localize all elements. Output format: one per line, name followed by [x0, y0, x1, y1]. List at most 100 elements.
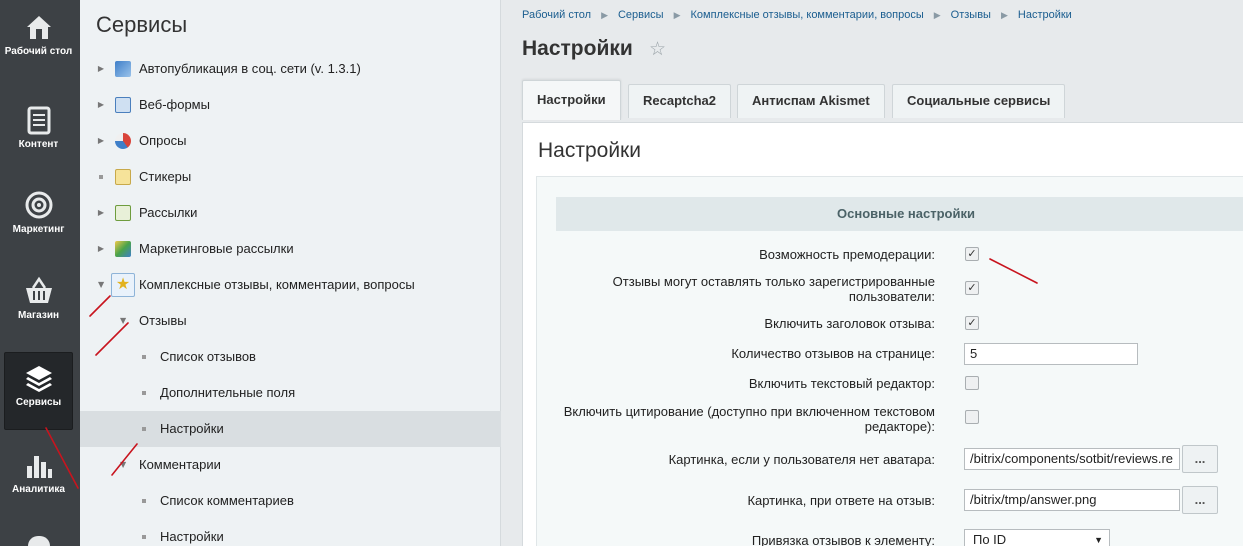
- tree-node-comments[interactable]: ▶ Комментарии: [80, 447, 501, 483]
- avatar-browse-button[interactable]: ...: [1182, 445, 1218, 473]
- expand-arrow-icon[interactable]: ▶: [96, 123, 106, 159]
- registered-only-label-line1: Отзывы могут оставлять только зарегистри…: [612, 274, 935, 289]
- avatar-path-input[interactable]: /bitrix/components/sotbit/reviews.re: [964, 448, 1180, 470]
- star-module-icon: ★: [111, 273, 135, 297]
- tree-node-marketing-mailings[interactable]: ▶ Маркетинговые рассылки: [80, 231, 501, 267]
- premoderation-label: Возможность премодерации:: [759, 247, 935, 262]
- marketing-mail-icon: [115, 241, 131, 257]
- menu-item-services[interactable]: Сервисы: [4, 352, 73, 430]
- settings-form: Основные настройки Возможность премодера…: [536, 176, 1243, 546]
- tree-node-label: Рассылки: [139, 205, 198, 220]
- menu-item-desktop-label: Рабочий стол: [4, 46, 73, 57]
- sticker-icon: [115, 169, 131, 185]
- quote-checkbox[interactable]: [965, 410, 979, 424]
- expand-arrow-icon[interactable]: ▶: [96, 231, 106, 267]
- section-heading: Основные настройки: [556, 197, 1243, 231]
- tree-node-label: Дополнительные поля: [160, 385, 296, 400]
- bullet-icon: [142, 535, 146, 539]
- text-editor-label: Включить текстовый редактор:: [748, 376, 935, 391]
- network-icon: [115, 61, 131, 77]
- tree-node-label: Опросы: [139, 133, 187, 148]
- menu-item-shop[interactable]: Магазин: [4, 266, 73, 344]
- menu-item-analytics[interactable]: Аналитика: [4, 440, 73, 518]
- menu-item-marketing-label: Маркетинг: [12, 224, 65, 235]
- tree-node-webforms[interactable]: ▶ Веб-формы: [80, 87, 501, 123]
- tab-akismet[interactable]: Антиспам Akismet: [737, 84, 885, 118]
- quote-label: Включить цитирование (доступно при включ…: [564, 404, 935, 434]
- breadcrumb-link[interactable]: Сервисы: [618, 9, 664, 21]
- title-enable-checkbox[interactable]: ✓: [965, 316, 979, 330]
- tree-node-comments-list[interactable]: Список комментариев: [80, 483, 501, 519]
- layers-icon: [25, 366, 52, 392]
- breadcrumb-link[interactable]: Рабочий стол: [522, 9, 591, 21]
- bullet-icon: [142, 391, 146, 395]
- tree-node-stickers[interactable]: Стикеры: [80, 159, 501, 195]
- registered-only-label-line2: пользователи:: [848, 289, 935, 304]
- tree-node-label: Автопубликация в соц. сети (v. 1.3.1): [139, 61, 361, 76]
- basket-icon: [25, 276, 52, 303]
- expand-arrow-icon[interactable]: ▶: [96, 195, 106, 231]
- tree-node-comments-settings[interactable]: Настройки: [80, 519, 501, 546]
- menu-item-desktop[interactable]: Рабочий стол: [4, 2, 73, 80]
- quote-label-line2: редакторе):: [864, 419, 935, 434]
- chevron-right-icon: ▶: [601, 10, 608, 20]
- main-menu: Рабочий стол Контент Маркетинг Магазин С…: [0, 0, 80, 546]
- title-enable-label: Включить заголовок отзыва:: [764, 316, 935, 331]
- expand-arrow-icon[interactable]: ▶: [96, 51, 106, 87]
- tab-social-services[interactable]: Социальные сервисы: [892, 84, 1066, 118]
- main-content: Рабочий стол ▶ Сервисы ▶ Комплексные отзывы,…: [502, 0, 1243, 546]
- registered-only-checkbox[interactable]: ✓: [965, 281, 979, 295]
- menu-item-marketing[interactable]: Маркетинг: [4, 180, 73, 258]
- tree-node-reviews-module[interactable]: ▶ ★ Комплексные отзывы, комментарии, воп…: [80, 267, 501, 303]
- expand-arrow-icon[interactable]: ▶: [96, 87, 106, 123]
- menu-item-analytics-label: Аналитика: [12, 484, 65, 495]
- tree-node-extra-fields[interactable]: Дополнительные поля: [80, 375, 501, 411]
- answer-browse-button[interactable]: ...: [1182, 486, 1218, 514]
- menu-item-content[interactable]: Контент: [4, 95, 73, 173]
- cloud-icon: [28, 536, 50, 546]
- tree-node-label: Стикеры: [139, 169, 192, 184]
- collapse-arrow-icon[interactable]: ▶: [105, 316, 141, 326]
- breadcrumb-link[interactable]: Настройки: [1018, 9, 1072, 21]
- tree-node-polls[interactable]: ▶ Опросы: [80, 123, 501, 159]
- registered-only-label: Отзывы могут оставлять только зарегистри…: [613, 274, 935, 304]
- bullet-icon: [142, 499, 146, 503]
- home-icon: [26, 16, 51, 39]
- menu-item-services-label: Сервисы: [15, 397, 62, 408]
- per-page-input[interactable]: 5: [964, 343, 1138, 365]
- favorite-star-icon[interactable]: ☆: [649, 38, 666, 61]
- tree-node-reviews-list[interactable]: Список отзывов: [80, 339, 501, 375]
- answer-image-input[interactable]: /bitrix/tmp/answer.png: [964, 489, 1180, 511]
- quote-label-line1: Включить цитирование (доступно при включ…: [563, 404, 935, 419]
- pie-chart-icon: [115, 133, 131, 149]
- answer-image-label: Картинка, при ответе на отзыв:: [747, 493, 935, 508]
- bind-select-value: По ID: [973, 532, 1007, 546]
- tree-node-autopublish[interactable]: ▶ Автопубликация в соц. сети (v. 1.3.1): [80, 51, 501, 87]
- tree-node-label: Комментарии: [139, 457, 221, 472]
- bar-chart-icon: [26, 456, 52, 478]
- text-editor-checkbox[interactable]: [965, 376, 979, 390]
- page-title: Настройки: [522, 37, 633, 60]
- menu-item-shop-label: Магазин: [17, 310, 60, 321]
- tree-node-label: Веб-формы: [139, 97, 210, 112]
- settings-panel: Настройки Основные настройки Возможность…: [522, 122, 1243, 546]
- tree-node-reviews[interactable]: ▶ Отзывы: [80, 303, 501, 339]
- breadcrumb-link[interactable]: Отзывы: [951, 9, 991, 21]
- avatar-label: Картинка, если у пользователя нет аватар…: [668, 452, 935, 467]
- chevron-right-icon: ▶: [933, 10, 941, 20]
- breadcrumb-link[interactable]: Комплексные отзывы, комментарии, вопросы: [690, 9, 923, 21]
- tab-settings[interactable]: Настройки: [522, 80, 621, 120]
- tree-node-reviews-settings[interactable]: Настройки: [80, 411, 501, 447]
- tab-recaptcha2[interactable]: Recaptcha2: [628, 84, 731, 118]
- premoderation-checkbox[interactable]: ✓: [965, 247, 979, 261]
- menu-item-content-label: Контент: [18, 139, 59, 150]
- bind-select[interactable]: По ID ▼: [964, 529, 1110, 546]
- tree-node-label: Настройки: [160, 421, 224, 436]
- panel-title: Настройки: [538, 139, 641, 162]
- collapse-arrow-icon[interactable]: ▶: [105, 460, 141, 470]
- tree-node-mailings[interactable]: ▶ Рассылки: [80, 195, 501, 231]
- bullet-icon: [142, 427, 146, 431]
- per-page-label: Количество отзывов на странице:: [731, 346, 935, 361]
- chevron-right-icon: ▶: [1000, 10, 1008, 20]
- tree-node-label: Список отзывов: [160, 349, 256, 364]
